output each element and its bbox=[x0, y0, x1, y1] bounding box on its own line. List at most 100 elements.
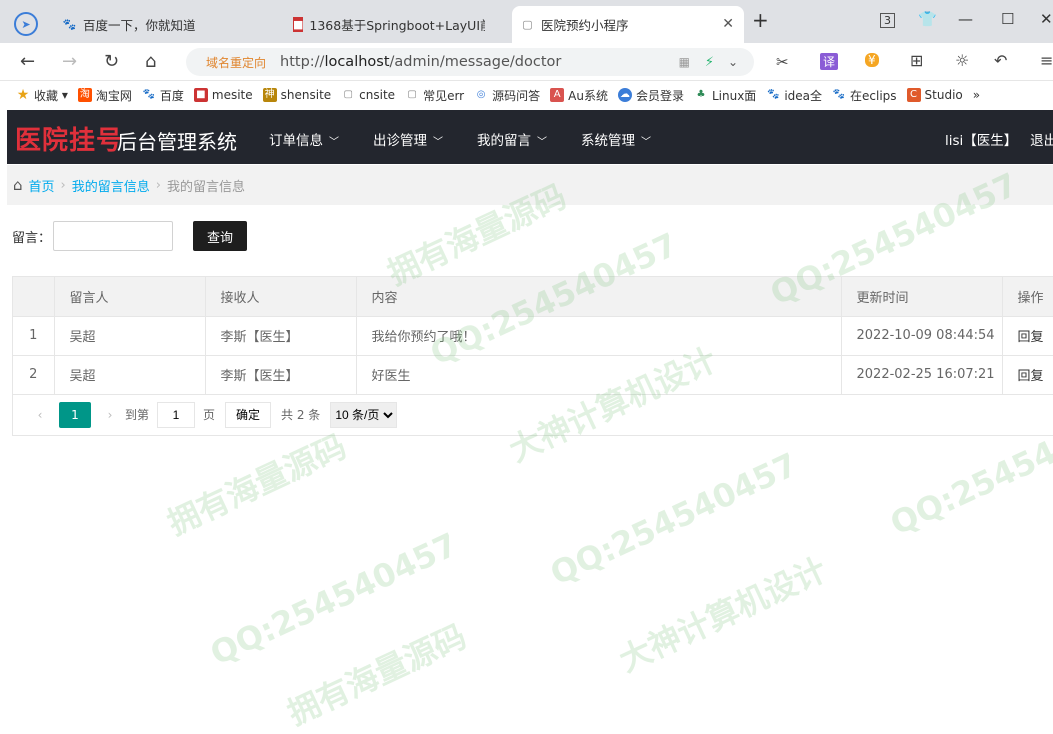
apps-grid-icon[interactable]: ⊞ bbox=[910, 51, 923, 70]
baidu-icon: 🐾 bbox=[832, 89, 846, 100]
tab-label: 百度一下，你就知道 bbox=[83, 18, 196, 33]
watermark-text: QQ:254540457 bbox=[204, 525, 464, 673]
watermark-text: 大神计算机设计 bbox=[613, 550, 833, 680]
column-header-time[interactable]: 更新时间 bbox=[841, 277, 1003, 317]
bookmark-item[interactable]: 淘淘宝网 bbox=[77, 87, 132, 104]
browser-tab-springboot[interactable]: ■ 1368基于Springboot+LayUI前 bbox=[285, 6, 485, 43]
cell-time: 2022-10-09 08:44:54 bbox=[841, 316, 1003, 356]
bookmark-item[interactable]: ♣ Linux面 bbox=[694, 87, 756, 104]
bookmark-item[interactable]: 神 shensite bbox=[262, 88, 331, 102]
search-form: 留言： 查询 bbox=[12, 221, 248, 251]
qr-icon[interactable]: ▦ bbox=[679, 55, 690, 69]
bookmarks-overflow[interactable]: » bbox=[973, 88, 980, 102]
column-header-index bbox=[13, 277, 55, 317]
tab-label: 医院预约小程序 bbox=[541, 18, 629, 33]
column-header-receiver[interactable]: 接收人 bbox=[205, 277, 357, 317]
message-search-input[interactable] bbox=[53, 221, 174, 251]
search-label: 留言： bbox=[12, 230, 52, 246]
site-icon: 神 bbox=[262, 88, 277, 102]
chevron-down-icon: ﹀ bbox=[537, 137, 547, 148]
redirect-tag: 域名重定向 bbox=[206, 55, 267, 70]
cell-content: 好医生 bbox=[356, 355, 842, 395]
bookmark-item[interactable]: ★ 收藏 ▾ bbox=[16, 87, 68, 104]
bookmark-item[interactable]: ■ mesite bbox=[193, 88, 253, 102]
forward-icon[interactable]: → bbox=[62, 51, 77, 72]
bookmark-item[interactable]: C Studio bbox=[906, 88, 963, 102]
next-page-icon[interactable]: › bbox=[95, 402, 125, 428]
bookmark-item[interactable]: A Au系统 bbox=[550, 87, 608, 104]
url-text: http://localhost/admin/message/doctor bbox=[280, 54, 562, 70]
bookmark-item[interactable]: ◎ 源码问答 bbox=[474, 87, 540, 104]
prev-page-icon[interactable]: ‹ bbox=[25, 402, 55, 428]
reply-button[interactable]: 回复 bbox=[1002, 355, 1053, 395]
page-number-input[interactable] bbox=[157, 401, 196, 428]
breadcrumb-home[interactable]: 首页 bbox=[29, 176, 55, 195]
confirm-page-button[interactable]: 确定 bbox=[225, 401, 272, 428]
column-header-action: 操作 bbox=[1002, 277, 1053, 317]
taobao-icon: 淘 bbox=[77, 88, 92, 102]
brightness-icon[interactable]: ☼ bbox=[955, 51, 969, 70]
menu-orders[interactable]: 订单信息 ﹀ bbox=[269, 129, 339, 149]
star-icon: ★ bbox=[16, 87, 30, 103]
query-button[interactable]: 查询 bbox=[193, 221, 248, 251]
shield-icon[interactable]: ¥ bbox=[865, 53, 879, 67]
chevron-down-icon[interactable]: ⌄ bbox=[728, 55, 738, 69]
reply-button[interactable]: 回复 bbox=[1002, 316, 1053, 356]
app-subtitle: 后台管理系统 bbox=[117, 130, 237, 154]
url-field[interactable]: 域名重定向 http://localhost/admin/message/doc… bbox=[186, 48, 754, 76]
current-user[interactable]: lisi【医生】 退出 bbox=[945, 129, 1053, 149]
bookmark-item[interactable]: ▢ 常见err bbox=[405, 87, 464, 104]
chevron-down-icon: ﹀ bbox=[641, 137, 651, 148]
breadcrumb-separator: › bbox=[60, 177, 66, 193]
bookmark-item[interactable]: 🐾 百度 bbox=[142, 87, 184, 104]
back-icon[interactable]: ← bbox=[20, 51, 35, 72]
close-tab-icon[interactable]: ✕ bbox=[722, 16, 734, 32]
bookmarks-bar: ★ 收藏 ▾ 淘淘宝网 🐾 百度 ■ mesite 神 shensite ▢ cnsite… bbox=[0, 81, 1053, 109]
menu-schedule[interactable]: 出诊管理 ﹀ bbox=[373, 129, 443, 149]
page-icon: ▢ bbox=[407, 89, 417, 100]
bookmark-item[interactable]: ▢ cnsite bbox=[341, 88, 395, 102]
browser-logo-icon[interactable]: ➤ bbox=[14, 12, 38, 36]
breadcrumb-parent[interactable]: 我的留言信息 bbox=[72, 176, 150, 195]
baidu-icon: 🐾 bbox=[142, 89, 156, 100]
logout-link[interactable]: 退出 bbox=[1030, 133, 1053, 149]
swirl-icon: ◎ bbox=[476, 89, 486, 100]
app-logo: 医院挂号 bbox=[15, 126, 124, 156]
message-table-container: 留言人 接收人 内容 更新时间 操作 1 吴超 李斯【医生】 我给你预约了哦！ … bbox=[12, 276, 1053, 436]
tab-count-icon[interactable]: 3 bbox=[880, 13, 895, 28]
menu-system[interactable]: 系统管理 ﹀ bbox=[581, 129, 651, 149]
page-size-select[interactable]: 10 条/页 bbox=[330, 401, 398, 428]
bookmark-item[interactable]: ☁ 会员登录 bbox=[617, 87, 684, 104]
cell-time: 2022-02-25 16:07:21 bbox=[841, 355, 1003, 395]
browser-tab-hospital[interactable]: ▢ 医院预约小程序 ✕ bbox=[512, 6, 744, 43]
translate-icon[interactable]: 译 bbox=[820, 53, 839, 70]
menu-messages[interactable]: 我的留言 ﹀ bbox=[477, 129, 547, 149]
bookmark-item[interactable]: 🐾 在eclips bbox=[832, 87, 897, 104]
page-current[interactable]: 1 bbox=[59, 401, 91, 428]
bookmark-item[interactable]: 🐾 idea全 bbox=[766, 87, 822, 104]
maximize-icon[interactable]: ☐ bbox=[1001, 10, 1014, 28]
browser-tab-baidu[interactable]: 🐾 百度一下，你就知道 bbox=[54, 6, 276, 43]
shirt-icon[interactable]: 👕 bbox=[918, 10, 937, 28]
browser-tab-bar: ➤ 🐾 百度一下，你就知道 ■ 1368基于Springboot+LayUI前 … bbox=[0, 0, 1053, 43]
new-tab-icon[interactable]: + bbox=[752, 8, 769, 32]
site-icon: ■ bbox=[293, 17, 304, 32]
column-header-sender[interactable]: 留言人 bbox=[54, 277, 206, 317]
home-icon[interactable]: ⌂ bbox=[145, 51, 156, 72]
table-row: 1 吴超 李斯【医生】 我给你预约了哦！ 2022-10-09 08:44:54… bbox=[13, 316, 1053, 356]
undo-icon[interactable]: ↶ bbox=[994, 51, 1007, 70]
close-window-icon[interactable]: ✕ bbox=[1040, 10, 1053, 28]
column-header-content[interactable]: 内容 bbox=[356, 277, 842, 317]
message-table: 留言人 接收人 内容 更新时间 操作 1 吴超 李斯【医生】 我给你预约了哦！ … bbox=[13, 277, 1053, 395]
chevron-down-icon: ﹀ bbox=[433, 137, 443, 148]
row-index: 1 bbox=[13, 316, 55, 356]
total-count: 共 2 条 bbox=[281, 408, 321, 422]
row-index: 2 bbox=[13, 355, 55, 395]
bolt-icon[interactable]: ⚡ bbox=[705, 55, 714, 70]
home-icon[interactable]: ⌂ bbox=[13, 176, 23, 194]
minimize-icon[interactable]: — bbox=[958, 10, 973, 28]
watermark-text: QQ:254540457 bbox=[544, 445, 804, 593]
scissors-icon[interactable]: ✂ bbox=[776, 53, 789, 71]
menu-icon[interactable]: ≡ bbox=[1040, 51, 1053, 70]
reload-icon[interactable]: ↻ bbox=[104, 51, 119, 72]
